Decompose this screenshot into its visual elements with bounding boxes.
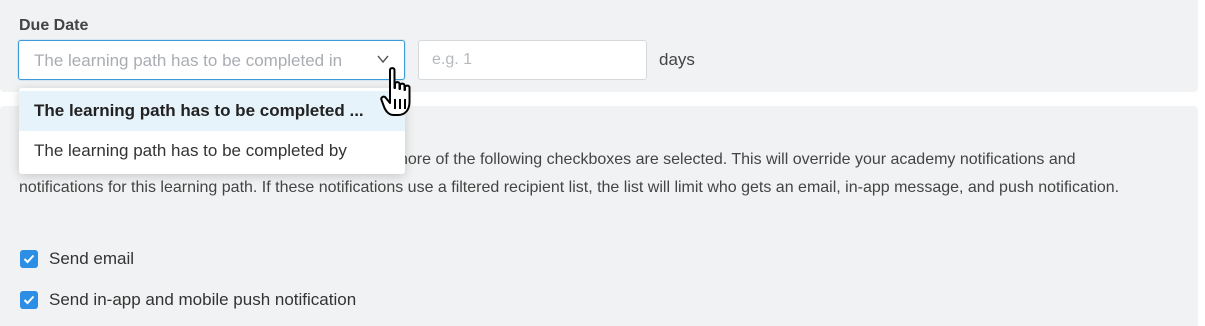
days-unit-label: days <box>659 50 695 69</box>
checkbox-checked-icon <box>20 291 38 309</box>
select-placeholder: The learning path has to be completed in <box>34 51 343 70</box>
chevron-down-icon <box>377 55 389 64</box>
checkbox-checked-icon <box>20 250 38 268</box>
send-push-checkbox[interactable]: Send in-app and mobile push notification <box>20 289 356 311</box>
due-date-type-select[interactable]: The learning path has to be completed in <box>18 40 405 80</box>
dropdown-option-in[interactable]: The learning path has to be completed ..… <box>19 91 405 131</box>
send-email-checkbox[interactable]: Send email <box>20 248 134 270</box>
due-date-dropdown-menu: The learning path has to be completed ..… <box>19 88 405 174</box>
description-rest: notifications for this learning path. If… <box>19 179 1120 196</box>
dropdown-option-by[interactable]: The learning path has to be completed by <box>19 131 405 171</box>
send-push-label: Send in-app and mobile push notification <box>49 290 357 309</box>
send-email-label: Send email <box>49 249 135 268</box>
due-date-panel: Due Date The learning path has to be com… <box>0 0 1198 92</box>
days-input[interactable] <box>418 40 647 80</box>
due-date-label: Due Date <box>19 17 89 34</box>
